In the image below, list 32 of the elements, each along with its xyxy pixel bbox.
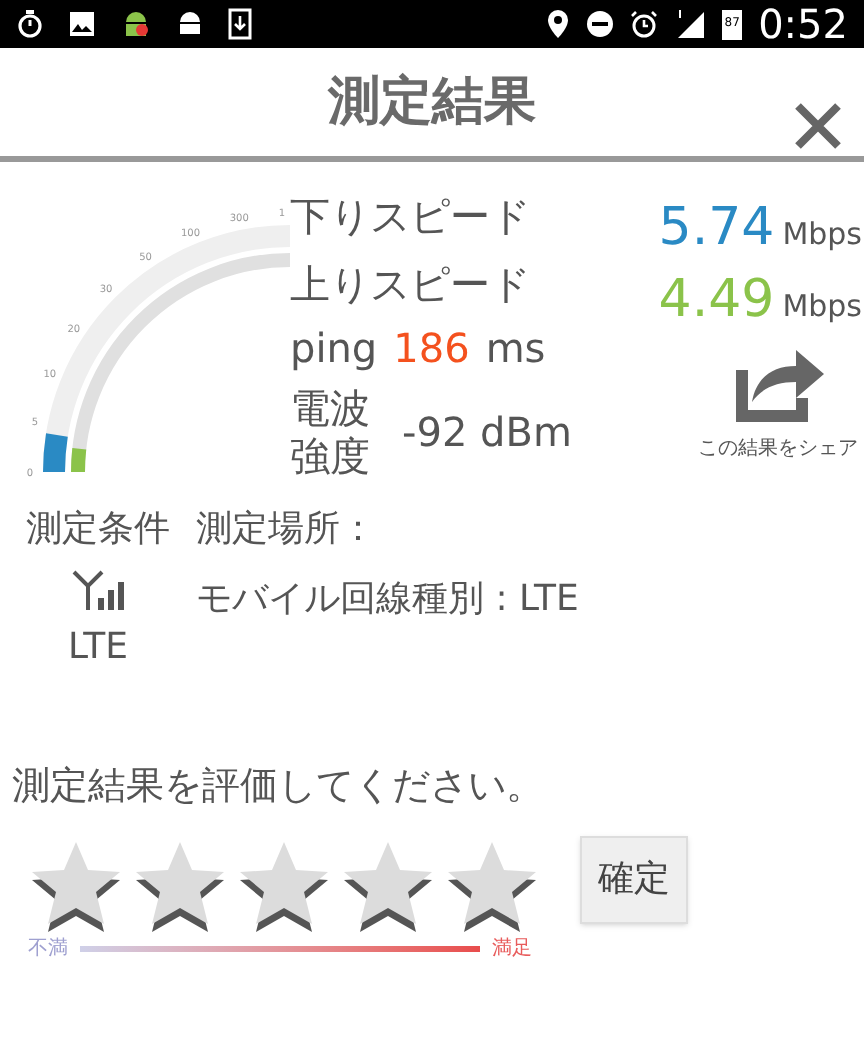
ping-unit: ms [485,328,546,376]
download-icon [228,8,252,40]
conditions-label: 測定条件 [26,506,170,554]
upload-speed-unit: Mbps [782,286,862,328]
signal-strength-label: 電波強度 [290,384,372,480]
gauge-fill [43,433,68,473]
signal-icon [70,568,126,612]
location-icon [546,10,571,38]
confirm-button[interactable]: 確定 [580,835,688,923]
clock-time: 0:52 [758,4,848,44]
network-type-label: LTE [68,624,128,672]
download-speed-unit: Mbps [782,214,862,256]
dialog-title: 測定結果 [328,69,536,135]
location-label: 測定場所： [196,506,378,554]
signal-icon [674,10,707,38]
alarm-icon [630,10,659,38]
download-label: 下りスピード [290,196,532,244]
high-label: 満足 [492,935,532,963]
upload-label: 上りスピード [290,264,532,312]
download-speed-value: 5.74 [658,196,775,262]
image-icon [68,10,96,38]
rating-prompt: 測定結果を評価してください。 [12,764,544,808]
ping-value: 186 [393,328,470,376]
low-label: 不満 [28,935,68,963]
gauge-fill [71,448,87,473]
signal-strength-value: -92 dBm [402,412,572,452]
share-button[interactable]: この結果をシェア [678,338,864,464]
do-not-disturb-icon [586,10,615,38]
ping-label: ping [290,328,378,376]
upload-speed-value: 4.49 [658,268,775,334]
stopwatch-icon [16,10,44,38]
line-type-label: モバイル回線種別 : LTE [196,576,579,624]
